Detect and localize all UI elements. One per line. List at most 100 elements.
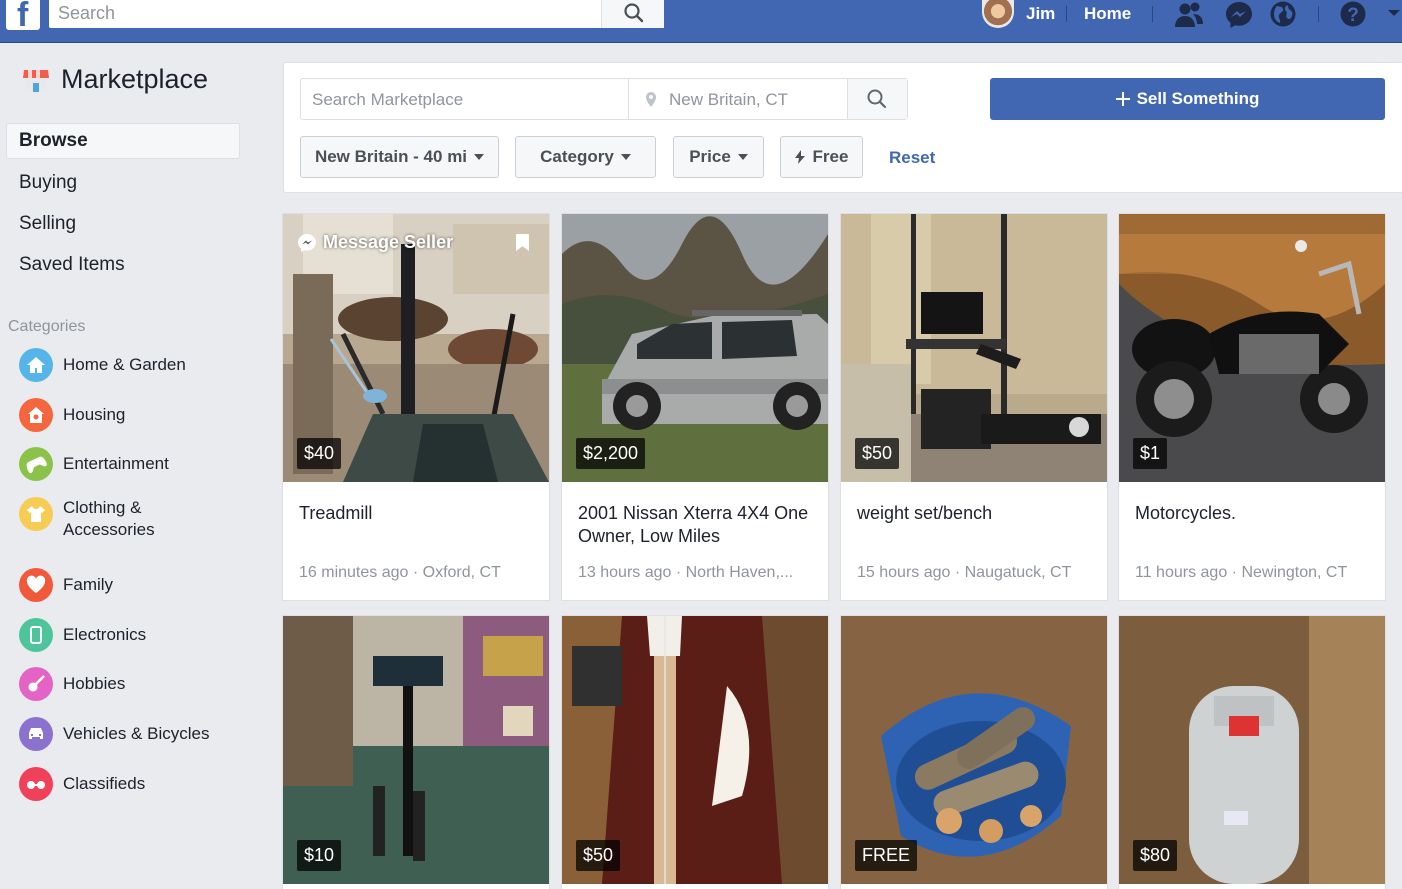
listing-photo[interactable]: Message Seller $40 — [283, 214, 549, 482]
location-radius-filter[interactable]: New Britain - 40 mi — [300, 136, 499, 178]
listing-price: $2,200 — [576, 438, 646, 469]
category-clothing[interactable]: Clothing & Accessories — [19, 497, 183, 541]
car-icon — [19, 717, 53, 751]
chevron-down-icon — [737, 154, 748, 160]
nav-buying[interactable]: Buying — [6, 165, 240, 201]
marketplace-search-button[interactable] — [847, 79, 907, 119]
category-entertainment[interactable]: Entertainment — [19, 447, 169, 481]
listing-title[interactable]: weight set/bench — [857, 502, 1097, 525]
marketplace-search-input[interactable]: Search Marketplace — [312, 90, 463, 110]
listing-photo[interactable]: $50 — [841, 214, 1107, 482]
key-house-icon — [19, 398, 53, 432]
category-label: Clothing & Accessories — [63, 498, 155, 539]
price-filter-label: Price — [689, 147, 731, 166]
top-navigation-bar: f Search Jim Home ? — [0, 0, 1402, 43]
messenger-icon[interactable] — [1224, 0, 1254, 30]
listing-photo[interactable]: $2,200 — [562, 214, 828, 482]
location-input[interactable]: New Britain, CT — [669, 90, 788, 110]
listing-price: $50 — [576, 840, 621, 871]
messenger-icon — [298, 233, 316, 252]
category-filter-label: Category — [540, 147, 614, 166]
listing-photo[interactable]: $1 — [1119, 214, 1385, 482]
category-label: Vehicles & Bicycles — [63, 724, 210, 743]
category-label: Electronics — [63, 625, 147, 644]
listing-title[interactable]: Motorcycles. — [1135, 502, 1375, 525]
nav-saved-items[interactable]: Saved Items — [6, 247, 240, 283]
topbar-divider — [1152, 6, 1153, 22]
listing-photo[interactable]: $50 — [562, 616, 828, 884]
home-link[interactable]: Home — [1084, 4, 1131, 24]
listing-card[interactable]: $50 — [561, 615, 829, 889]
message-seller-label: Message Seller — [323, 232, 454, 252]
sell-something-label: Sell Something — [1136, 89, 1260, 108]
globe-icon[interactable] — [1268, 0, 1298, 30]
page-title: Marketplace — [61, 64, 209, 94]
free-filter[interactable]: Free — [780, 136, 863, 178]
phone-icon — [19, 618, 53, 652]
category-housing[interactable]: Housing — [19, 398, 125, 432]
topbar-divider — [1318, 6, 1319, 22]
listing-card[interactable]: $2,200 2001 Nissan Xterra 4X4 One Owner,… — [561, 213, 829, 601]
friends-icon[interactable] — [1172, 0, 1206, 30]
search-icon — [867, 89, 887, 109]
glasses-icon — [19, 767, 53, 801]
shirt-icon — [19, 497, 53, 531]
category-label: Hobbies — [63, 674, 126, 693]
price-filter[interactable]: Price — [673, 136, 764, 178]
help-icon[interactable]: ? — [1338, 0, 1368, 30]
profile-link[interactable]: Jim — [982, 0, 1055, 28]
listing-meta: 11 hours ago · Newington, CT — [1135, 564, 1348, 581]
nav-browse[interactable]: Browse — [6, 123, 240, 159]
listing-photo[interactable]: $80 — [1119, 616, 1385, 884]
marketplace-shop-icon — [23, 70, 49, 92]
category-classifieds[interactable]: Classifieds — [19, 767, 145, 801]
category-label: Classifieds — [63, 774, 146, 793]
global-search-button[interactable] — [601, 0, 664, 28]
listing-card[interactable]: FREE — [840, 615, 1108, 889]
plus-icon — [1115, 92, 1130, 106]
listing-title[interactable]: Treadmill — [299, 502, 539, 525]
listing-photo[interactable]: FREE — [841, 616, 1107, 884]
listing-price: $50 — [855, 438, 900, 469]
category-vehicles[interactable]: Vehicles & Bicycles — [19, 717, 209, 751]
category-electronics[interactable]: Electronics — [19, 618, 146, 652]
listing-card[interactable]: $1 Motorcycles. 11 hours ago · Newington… — [1118, 213, 1386, 601]
category-hobbies[interactable]: Hobbies — [19, 667, 125, 701]
listing-card[interactable]: Message Seller $40 Treadmill 16 minutes … — [282, 213, 550, 601]
global-search-input[interactable]: Search — [49, 0, 664, 28]
location-radius-label: New Britain - 40 mi — [314, 147, 468, 166]
listing-meta: 16 minutes ago · Oxford, CT — [299, 564, 501, 581]
dropdown-icon[interactable] — [1386, 0, 1402, 30]
user-name: Jim — [1026, 4, 1056, 23]
lightning-icon — [794, 150, 805, 164]
category-home-garden[interactable]: Home & Garden — [19, 348, 186, 382]
listing-price: $40 — [297, 438, 342, 469]
category-family[interactable]: Family — [19, 568, 113, 602]
topbar-divider — [1066, 6, 1067, 22]
category-label: Home & Garden — [63, 355, 186, 374]
free-filter-label: Free — [812, 147, 849, 166]
nav-selling[interactable]: Selling — [6, 206, 240, 242]
facebook-logo-icon[interactable]: f — [6, 0, 40, 30]
listing-price: $1 — [1133, 438, 1168, 469]
listing-card[interactable]: $10 — [282, 615, 550, 889]
category-filter[interactable]: Category — [515, 136, 656, 178]
heart-icon — [19, 568, 53, 602]
listing-card[interactable]: $50 weight set/bench 15 hours ago · Naug… — [840, 213, 1108, 601]
listing-photo[interactable]: $10 — [283, 616, 549, 884]
listing-card[interactable]: $80 — [1118, 615, 1386, 889]
location-pin-icon — [646, 92, 656, 107]
sell-something-button[interactable]: Sell Something — [990, 78, 1385, 120]
marketplace-search: Search Marketplace New Britain, CT — [300, 78, 908, 120]
listing-price: $80 — [1133, 840, 1178, 871]
listing-meta: 13 hours ago · North Haven,... — [578, 564, 794, 581]
message-seller-button[interactable]: Message Seller — [297, 232, 453, 253]
guitar-icon — [19, 667, 53, 701]
listing-title[interactable]: 2001 Nissan Xterra 4X4 One Owner, Low Mi… — [578, 502, 818, 548]
listing-price: FREE — [855, 840, 918, 871]
gamepad-icon — [19, 447, 53, 481]
reset-filters-link[interactable]: Reset — [889, 148, 935, 168]
search-icon — [624, 3, 644, 23]
svg-text:?: ? — [1347, 5, 1359, 26]
search-divider — [628, 79, 629, 119]
